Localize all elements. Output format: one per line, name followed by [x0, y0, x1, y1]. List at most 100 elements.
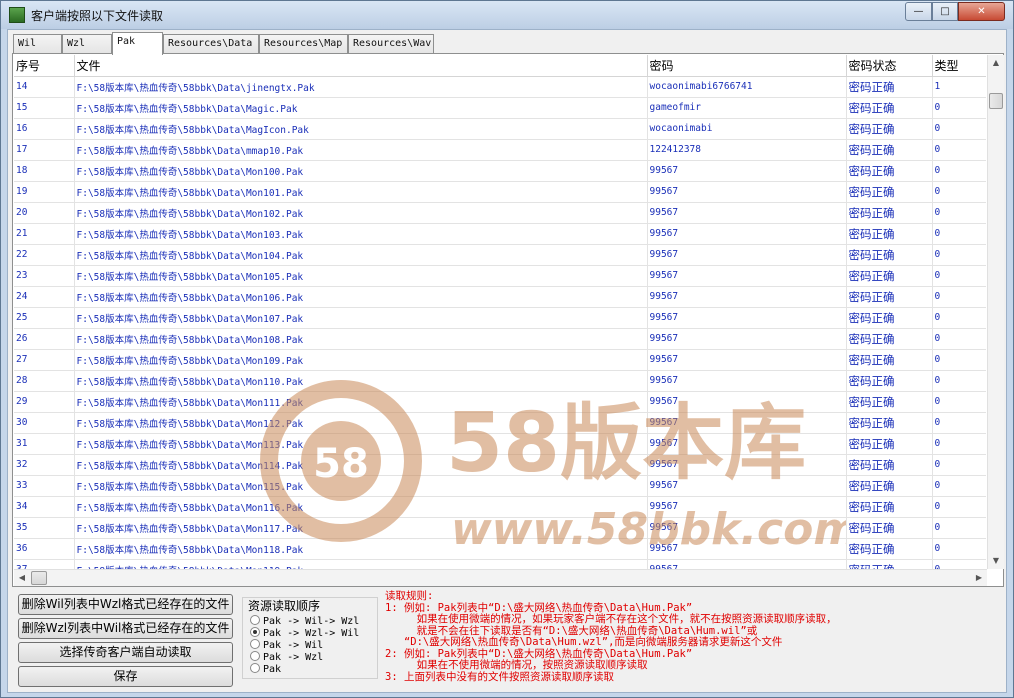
cell-index: 27 [14, 349, 75, 371]
table-row[interactable]: 24 F:\58版本库\热血传奇\58bbk\Data\Mon106.Pak 995… [14, 286, 986, 308]
maximize-button[interactable]: □ [932, 2, 958, 21]
cell-password: 99567 [647, 412, 847, 434]
radio-order-pak-wil[interactable]: Pak -> Wil [250, 639, 323, 651]
table-row[interactable]: 20 F:\58版本库\热血传奇\58bbk\Data\Mon102.Pak 995… [14, 202, 986, 224]
cell-password: 99567 [647, 265, 847, 287]
cell-status: 密码正确 [846, 97, 933, 119]
cell-index: 22 [14, 244, 75, 266]
vertical-scroll-thumb[interactable] [989, 93, 1003, 109]
column-header-index[interactable]: 序号 [14, 55, 75, 77]
table-row[interactable]: 28 F:\58版本库\热血传奇\58bbk\Data\Mon110.Pak 995… [14, 370, 986, 392]
cell-status: 密码正确 [846, 307, 933, 329]
table-row[interactable]: 18 F:\58版本库\热血传奇\58bbk\Data\Mon100.Pak 995… [14, 160, 986, 182]
cell-file: F:\58版本库\热血传奇\58bbk\Data\Mon118.Pak [74, 538, 648, 560]
cell-file: F:\58版本库\热血传奇\58bbk\Data\MagIcon.Pak [74, 118, 648, 140]
horizontal-scrollbar[interactable]: ◀ ▶ [14, 569, 987, 586]
table-row[interactable]: 17 F:\58版本库\热血传奇\58bbk\Data\mmap10.Pak 122… [14, 139, 986, 161]
app-window: 客户端按照以下文件读取 — □ ✕ Wil Wzl Pak Resources\… [0, 0, 1014, 698]
cell-status: 密码正确 [846, 559, 933, 569]
table-row[interactable]: 37F:\58版本库\热血传奇\58bbk\Data\Mon119.Pak995… [14, 559, 986, 569]
table-row[interactable]: 25 F:\58版本库\热血传奇\58bbk\Data\Mon107.Pak 995… [14, 307, 986, 329]
cell-index: 16 [14, 118, 75, 140]
column-header-file[interactable]: 文件 [74, 55, 648, 77]
radio-order-pak-wzl-wil[interactable]: Pak -> Wzl-> Wil [250, 627, 359, 639]
close-button[interactable]: ✕ [958, 2, 1005, 21]
table-row[interactable]: 31 F:\58版本库\热血传奇\58bbk\Data\Mon113.Pak 995… [14, 433, 986, 455]
table-row[interactable]: 27 F:\58版本库\热血传奇\58bbk\Data\Mon109.Pak 995… [14, 349, 986, 371]
cell-type: 0 [932, 286, 986, 308]
tab-resources-wav[interactable]: Resources\Wav [348, 34, 434, 54]
vertical-scrollbar[interactable]: ▲ ▼ [987, 55, 1004, 569]
horizontal-scroll-thumb[interactable] [31, 571, 47, 585]
tab-wil[interactable]: Wil [13, 34, 62, 54]
cell-file: F:\58版本库\热血传奇\58bbk\Data\Mon119.Pak [74, 559, 648, 569]
cell-password: 99567 [647, 391, 847, 413]
table-row[interactable]: 21 F:\58版本库\热血传奇\58bbk\Data\Mon103.Pak 995… [14, 223, 986, 245]
cell-password: 99567 [647, 181, 847, 203]
cell-status: 密码正确 [846, 223, 933, 245]
tab-resources-map[interactable]: Resources\Map [259, 34, 348, 54]
delete-wzl-duplicates-button[interactable]: 删除Wzl列表中Wil格式已经存在的文件 [18, 618, 233, 639]
cell-index: 23 [14, 265, 75, 287]
cell-type: 0 [932, 97, 986, 119]
table-row[interactable]: 32 F:\58版本库\热血传奇\58bbk\Data\Mon114.Pak 995… [14, 454, 986, 476]
read-order-title: 资源读取顺序 [248, 599, 321, 613]
cell-index: 28 [14, 370, 75, 392]
cell-type: 0 [932, 265, 986, 287]
cell-password: 99567 [647, 349, 847, 371]
table-row[interactable]: 22 F:\58版本库\热血传奇\58bbk\Data\Mon104.Pak 995… [14, 244, 986, 266]
table-row[interactable]: 19 F:\58版本库\热血传奇\58bbk\Data\Mon101.Pak 995… [14, 181, 986, 203]
rules-line: 读取规则: [385, 590, 434, 602]
cell-file: F:\58版本库\热血传奇\58bbk\Data\Mon105.Pak [74, 265, 648, 287]
column-header-status[interactable]: 密码状态 [846, 55, 933, 77]
cell-file: F:\58版本库\热血传奇\58bbk\Data\Mon108.Pak [74, 328, 648, 350]
radio-icon [250, 663, 260, 673]
tab-pak[interactable]: Pak [112, 32, 163, 55]
cell-status: 密码正确 [846, 244, 933, 266]
radio-order-pak-wzl[interactable]: Pak -> Wzl [250, 651, 323, 663]
cell-index: 33 [14, 475, 75, 497]
scroll-up-arrow-icon[interactable]: ▲ [988, 55, 1004, 71]
file-list[interactable]: 序号 文件 密码 密码状态 类型 14 F:\58版本库\热血传奇\58bbk\D… [14, 55, 986, 569]
cell-type: 0 [932, 160, 986, 182]
table-row[interactable]: 26 F:\58版本库\热血传奇\58bbk\Data\Mon108.Pak 995… [14, 328, 986, 350]
cell-password: wocaonimabi6766741 [647, 76, 847, 98]
tab-wzl[interactable]: Wzl [62, 34, 112, 54]
radio-order-pak-wil-wzl[interactable]: Pak -> Wil-> Wzl [250, 615, 359, 627]
cell-index: 37 [14, 559, 75, 569]
cell-status: 密码正确 [846, 328, 933, 350]
auto-read-client-button[interactable]: 选择传奇客户端自动读取 [18, 642, 233, 663]
scroll-right-arrow-icon[interactable]: ▶ [971, 570, 987, 586]
column-header-password[interactable]: 密码 [647, 55, 847, 77]
title-bar[interactable]: 客户端按照以下文件读取 — □ ✕ [1, 1, 1013, 29]
cell-file: F:\58版本库\热血传奇\58bbk\Data\Mon113.Pak [74, 433, 648, 455]
cell-index: 20 [14, 202, 75, 224]
scroll-left-arrow-icon[interactable]: ◀ [14, 570, 30, 586]
cell-type: 0 [932, 202, 986, 224]
cell-status: 密码正确 [846, 139, 933, 161]
delete-wil-duplicates-button[interactable]: 删除Wil列表中Wzl格式已经存在的文件 [18, 594, 233, 615]
table-row[interactable]: 35 F:\58版本库\热血传奇\58bbk\Data\Mon117.Pak 995… [14, 517, 986, 539]
table-row[interactable]: 36 F:\58版本库\热血传奇\58bbk\Data\Mon118.Pak 995… [14, 538, 986, 560]
column-header-type[interactable]: 类型 [932, 55, 986, 77]
cell-password: 99567 [647, 454, 847, 476]
table-row[interactable]: 33 F:\58版本库\热血传奇\58bbk\Data\Mon115.Pak 995… [14, 475, 986, 497]
minimize-button[interactable]: — [905, 2, 932, 21]
radio-icon [250, 615, 260, 625]
table-row[interactable]: 29 F:\58版本库\热血传奇\58bbk\Data\Mon111.Pak 995… [14, 391, 986, 413]
table-row[interactable]: 23 F:\58版本库\热血传奇\58bbk\Data\Mon105.Pak 995… [14, 265, 986, 287]
table-row[interactable]: 15 F:\58版本库\热血传奇\58bbk\Data\Magic.Pak game… [14, 97, 986, 119]
cell-file: F:\58版本库\热血传奇\58bbk\Data\Mon106.Pak [74, 286, 648, 308]
radio-selected-icon [250, 627, 260, 637]
table-row[interactable]: 30 F:\58版本库\热血传奇\58bbk\Data\Mon112.Pak 995… [14, 412, 986, 434]
radio-order-pak[interactable]: Pak [250, 663, 281, 675]
cell-index: 21 [14, 223, 75, 245]
radio-label: Pak -> Wil [263, 640, 324, 651]
scroll-down-arrow-icon[interactable]: ▼ [988, 553, 1004, 569]
cell-type: 0 [932, 370, 986, 392]
table-row[interactable]: 16 F:\58版本库\热血传奇\58bbk\Data\MagIcon.Pak wo… [14, 118, 986, 140]
tab-resources-data[interactable]: Resources\Data [163, 34, 259, 54]
table-row[interactable]: 34 F:\58版本库\热血传奇\58bbk\Data\Mon116.Pak 995… [14, 496, 986, 518]
save-button[interactable]: 保存 [18, 666, 233, 687]
table-row[interactable]: 14 F:\58版本库\热血传奇\58bbk\Data\jinengtx.Pak w… [14, 76, 986, 98]
